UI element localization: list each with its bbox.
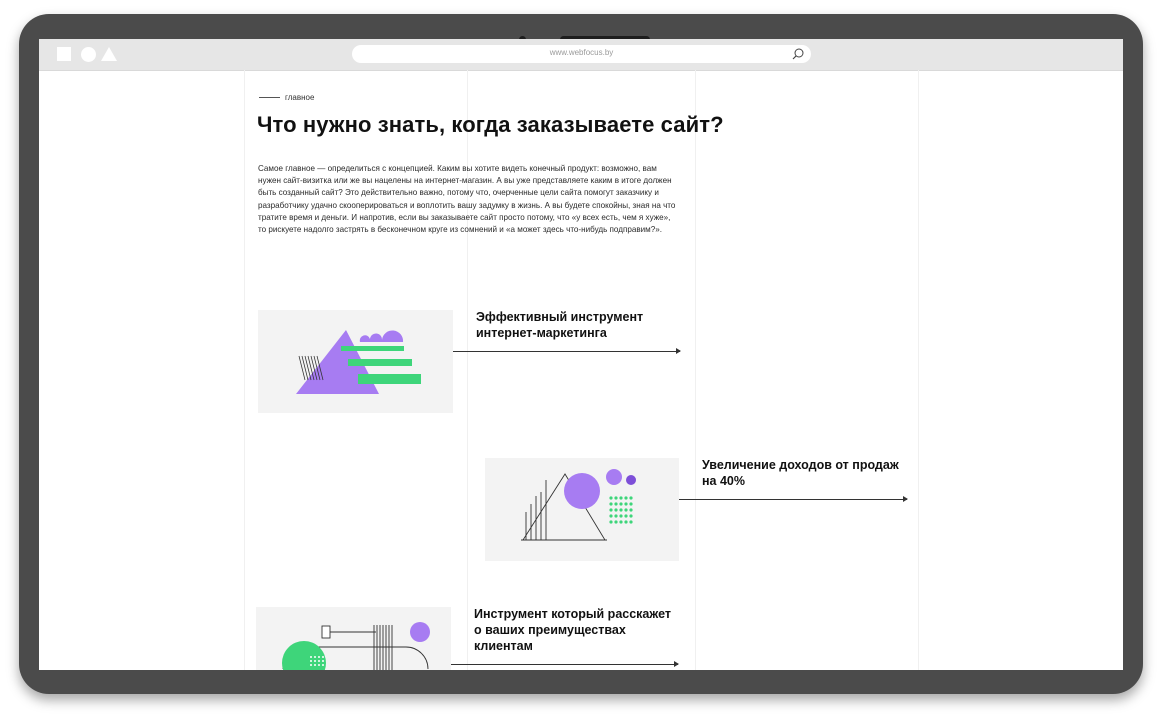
intro-paragraph: Самое главное — определиться с концепцие… <box>258 164 676 235</box>
feature-title-advantages: Инструмент который расскажет о ваших пре… <box>474 607 671 653</box>
arrow-icon <box>453 348 681 354</box>
screen: www.webfocus.by главное Что нужно знать,… <box>39 39 1123 670</box>
feature-title-income: Увеличение доходов от продаж на 40% <box>702 458 899 488</box>
feature-title-marketing: Эффективный инструмент интернет-маркетин… <box>476 310 644 340</box>
breadcrumb[interactable]: главное <box>285 93 314 102</box>
feature-illustration-advantages <box>256 607 451 670</box>
square-icon <box>57 47 71 61</box>
grid-line <box>244 70 245 670</box>
grid-line <box>918 70 919 670</box>
breadcrumb-line <box>259 97 280 98</box>
browser-toolbar: www.webfocus.by <box>39 39 1123 71</box>
feature-illustration-income <box>485 458 679 561</box>
url-text: www.webfocus.by <box>549 48 614 57</box>
search-icon[interactable] <box>791 47 805 61</box>
page-title: Что нужно знать, когда заказываете сайт? <box>257 112 724 137</box>
address-bar[interactable]: www.webfocus.by <box>352 45 811 63</box>
triangle-icon <box>101 47 117 61</box>
circle-icon <box>81 47 96 62</box>
grid-line <box>695 70 696 670</box>
grid-line <box>467 70 468 670</box>
arrow-icon <box>679 496 908 502</box>
arrow-icon <box>451 661 679 667</box>
feature-illustration-marketing <box>258 310 453 413</box>
